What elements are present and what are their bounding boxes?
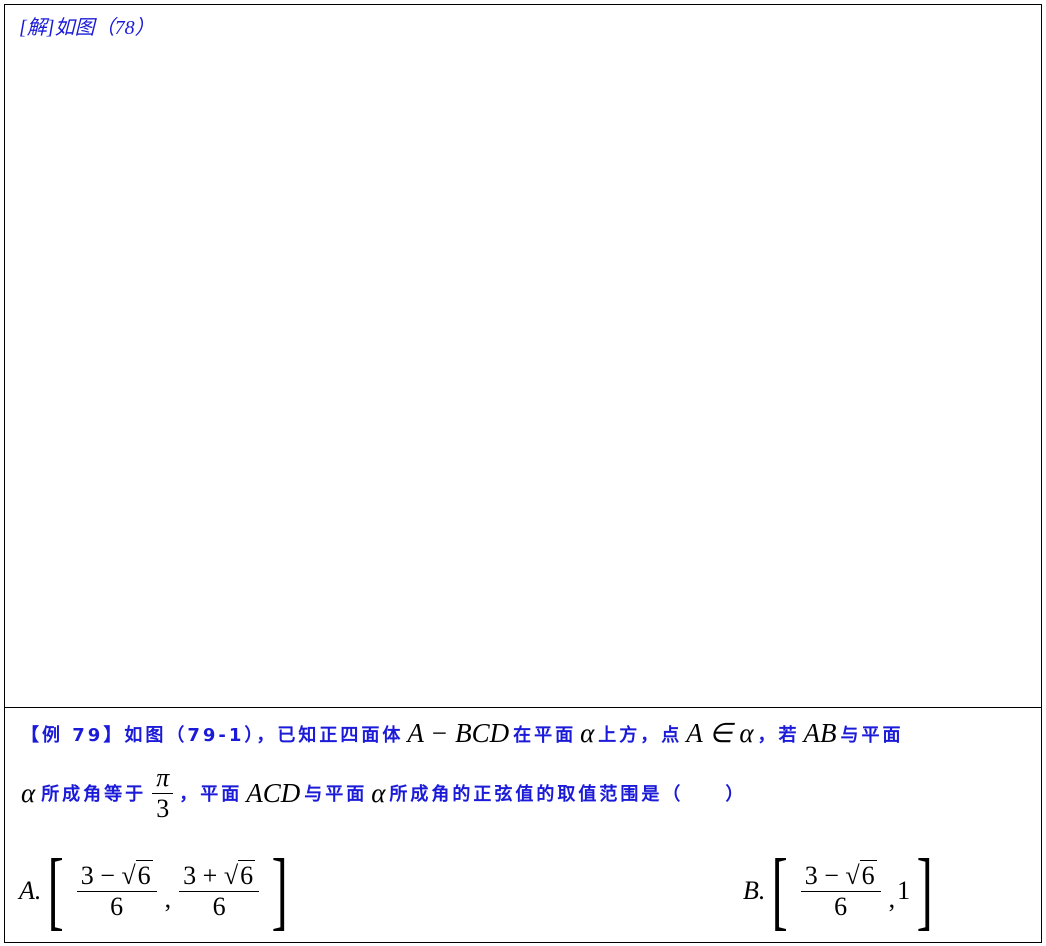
radicand: 6 (238, 860, 256, 890)
numerator-prefix: 3 + (183, 861, 224, 890)
question-text-1d: ，若 (757, 724, 800, 746)
fraction-numerator: 3 + √ 6 (179, 860, 260, 892)
math-a-in-alpha: A ∈ α (686, 718, 754, 748)
question-text-2a: 所成角等于 (41, 784, 147, 805)
option-b[interactable]: B. [ 3 − √ 6 6 , 1 ] (743, 846, 939, 936)
left-bracket-icon: [ (47, 842, 65, 939)
fraction-numerator: 3 − √ 6 (76, 860, 157, 892)
sqrt-icon: √ 6 (121, 860, 153, 890)
option-b-fraction-1: 3 − √ 6 6 (800, 860, 881, 922)
option-a[interactable]: A. [ 3 − √ 6 6 , 3 + √ 6 6 ] (19, 846, 294, 936)
option-b-upper-bound: 1 (897, 876, 911, 905)
right-bracket-icon: ] (916, 842, 933, 939)
question-line-1: 【例 79】 如图（79-1），已知正四面体 A − BCD 在平面 α 上方，… (21, 718, 904, 749)
solution-cell: [解]如图（78） (4, 4, 1042, 708)
page: [解]如图（78） 【例 79】 如图（79-1），已知正四面体 A − BCD… (4, 4, 1042, 943)
separator: , (888, 884, 896, 913)
solution-label: [解]如图（78） (19, 17, 155, 39)
fraction-numerator: 3 − √ 6 (800, 860, 881, 892)
question-cell: 【例 79】 如图（79-1），已知正四面体 A − BCD 在平面 α 上方，… (4, 707, 1042, 943)
question-line-2: α 所成角等于 π 3 ，平面 ACD 与平面 α 所成角的正弦值的取值范围是（… (21, 758, 746, 828)
option-a-fraction-1: 3 − √ 6 6 (76, 860, 157, 922)
math-alpha-1: α (580, 718, 595, 748)
question-text-1c: 上方，点 (598, 724, 683, 746)
option-b-letter: B. (743, 876, 766, 905)
sqrt-icon: √ 6 (223, 860, 256, 890)
question-text-1a: 如图（79-1），已知正四面体 (124, 724, 404, 746)
question-text-2c: 与平面 (304, 784, 368, 805)
sqrt-icon: √ 6 (845, 860, 877, 890)
option-a-letter: A. (19, 876, 42, 905)
math-ab: AB (803, 718, 837, 748)
math-alpha-3: α (371, 777, 386, 808)
question-text-1b: 在平面 (513, 724, 577, 746)
fraction-pi-over-3: π 3 (152, 763, 174, 824)
math-tetrahedron: A − BCD (407, 718, 510, 748)
math-acd: ACD (246, 777, 301, 808)
math-alpha-2: α (21, 777, 36, 808)
fraction-denominator: 6 (212, 892, 226, 921)
fraction-numerator: π (152, 763, 174, 794)
question-text-1e: 与平面 (840, 724, 904, 746)
question-text-2b: ，平面 (179, 784, 243, 805)
separator: , (164, 884, 172, 913)
left-bracket-icon: [ (771, 842, 789, 939)
numerator-prefix: 3 − (804, 861, 846, 890)
numerator-prefix: 3 − (80, 861, 122, 890)
fraction-denominator: 6 (110, 892, 124, 921)
question-tag: 【例 79】 (21, 724, 125, 746)
radicand: 6 (135, 860, 153, 890)
right-bracket-icon: ] (271, 842, 288, 939)
radicand: 6 (859, 860, 877, 890)
fraction-denominator: 3 (156, 793, 170, 823)
question-text-2d: 所成角的正弦值的取值范围是（ ） (389, 784, 747, 805)
fraction-denominator: 6 (834, 892, 848, 921)
option-a-fraction-2: 3 + √ 6 6 (179, 860, 260, 922)
